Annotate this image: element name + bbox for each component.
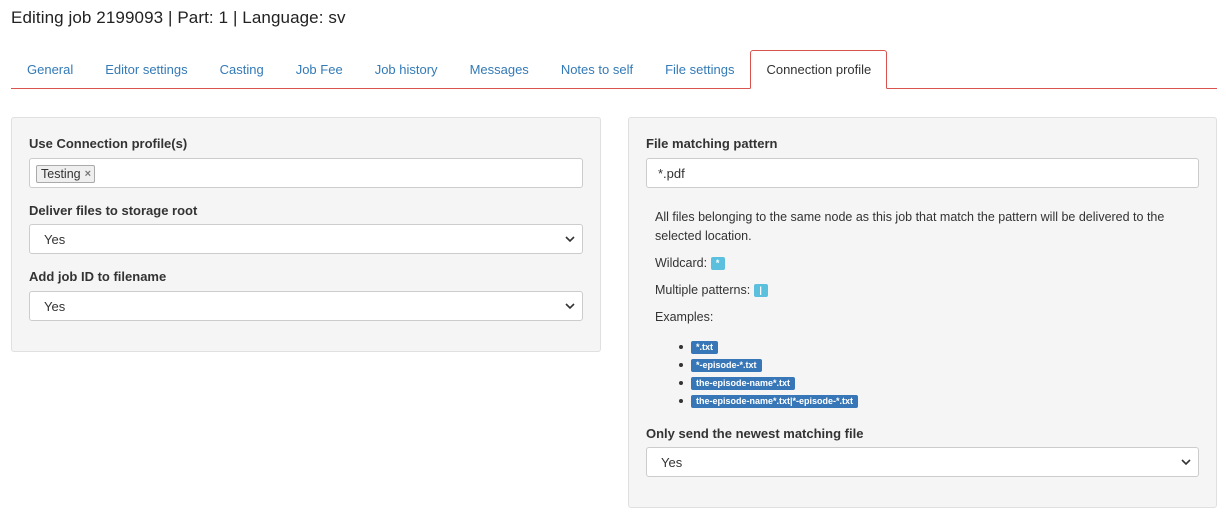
example-badge: *.txt: [691, 340, 719, 354]
multiple-patterns-label: Multiple patterns:: [655, 283, 751, 297]
list-item: *-episode-*.txt: [678, 356, 858, 374]
profile-token: Testing ×: [36, 165, 96, 183]
tab-job-history[interactable]: Job history: [359, 50, 454, 88]
file-pattern-value: *.pdf: [658, 165, 685, 181]
add-job-id-label: Add job ID to filename: [29, 269, 167, 284]
connection-profiles-label: Use Connection profile(s): [29, 136, 188, 151]
tab-messages[interactable]: Messages: [454, 50, 545, 88]
tab-connection-profile[interactable]: Connection profile: [750, 50, 888, 89]
tab-casting[interactable]: Casting: [204, 50, 280, 88]
newest-only-label: Only send the newest matching file: [646, 426, 864, 441]
close-icon[interactable]: ×: [85, 166, 91, 182]
newest-only-select[interactable]: Yes: [646, 447, 1199, 477]
multiple-patterns-line: Multiple patterns: |: [655, 281, 768, 300]
tab-job-fee[interactable]: Job Fee: [280, 50, 359, 88]
tab-general[interactable]: General: [11, 50, 89, 88]
add-job-id-value: Yes: [44, 298, 66, 314]
examples-label: Examples:: [655, 310, 714, 324]
tab-editor-settings[interactable]: Editor settings: [89, 50, 203, 88]
list-item: the-episode-name*.txt|*-episode-*.txt: [678, 392, 859, 410]
list-item: the-episode-name*.txt: [678, 374, 858, 392]
profile-token-label: Testing: [41, 167, 81, 181]
page-title: Editing job 2199093 | Part: 1 | Language…: [11, 8, 346, 27]
chevron-down-icon: [565, 303, 575, 310]
chevron-down-icon: [565, 236, 575, 243]
newest-only-value: Yes: [661, 454, 683, 470]
list-item: *.txt: [678, 338, 858, 356]
example-badge: the-episode-name*.txt|*-episode-*.txt: [691, 394, 859, 408]
connection-settings-panel: Use Connection profile(s) Testing × Deli…: [11, 117, 601, 352]
example-badge: *-episode-*.txt: [691, 358, 762, 372]
tab-notes-to-self[interactable]: Notes to self: [545, 50, 649, 88]
tab-file-settings[interactable]: File settings: [649, 50, 750, 88]
chevron-down-icon: [1181, 459, 1191, 466]
examples-list: *.txt *-episode-*.txt the-episode-name*.…: [678, 338, 859, 410]
deliver-root-value: Yes: [44, 231, 66, 247]
add-job-id-select[interactable]: Yes: [29, 291, 583, 321]
file-matching-panel: File matching pattern *.pdf All files be…: [628, 117, 1217, 508]
connection-profiles-input[interactable]: Testing ×: [29, 158, 583, 188]
wildcard-line: Wildcard: *: [655, 254, 725, 273]
wildcard-label: Wildcard:: [655, 256, 708, 270]
tab-bar: General Editor settings Casting Job Fee …: [11, 50, 1217, 89]
deliver-root-select[interactable]: Yes: [29, 224, 583, 254]
file-pattern-input[interactable]: *.pdf: [646, 158, 1199, 188]
deliver-root-label: Deliver files to storage root: [29, 203, 198, 218]
wildcard-badge: *: [710, 257, 725, 271]
multiple-patterns-badge: |: [753, 284, 768, 298]
file-pattern-label: File matching pattern: [646, 136, 778, 151]
help-description: All files belonging to the same node as …: [655, 210, 1165, 243]
example-badge: the-episode-name*.txt: [691, 376, 796, 390]
